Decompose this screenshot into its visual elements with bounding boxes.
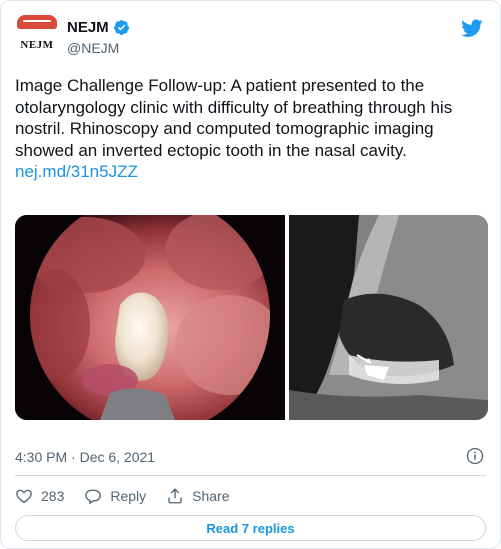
divider [15,475,486,476]
tweet-link[interactable]: nej.md/31n5JZZ [15,162,138,181]
verified-badge-icon [113,20,129,35]
reply-label: Reply [110,488,147,504]
media-grid [15,215,488,420]
read-replies-button[interactable]: Read 7 replies [15,515,486,541]
timestamp[interactable]: 4:30 PM · Dec 6, 2021 [15,449,155,465]
ct-illustration [289,215,488,420]
like-count: 283 [41,488,65,504]
action-bar: 283 Reply Share [15,485,250,507]
tweet-card: NEJM NEJM @NEJM Image Challenge Follow-u… [0,0,501,549]
share-label: Share [192,488,230,504]
share-icon [168,488,182,504]
twitter-bird-icon[interactable] [460,17,484,39]
avatar-logo-text: NEJM [20,39,54,51]
nejm-logo-emblem [17,15,57,29]
tweet-body: Image Challenge Follow-up: A patient pre… [15,76,453,160]
endoscopy-image[interactable] [15,215,285,420]
endoscopy-illustration [15,215,285,420]
reply-button[interactable]: Reply [84,487,146,505]
display-name[interactable]: NEJM [67,19,109,36]
info-icon[interactable] [466,447,484,465]
ct-scan-image[interactable] [289,215,488,420]
share-button[interactable]: Share [166,487,230,505]
handle[interactable]: @NEJM [67,40,119,56]
tweet-text: Image Challenge Follow-up: A patient pre… [15,75,491,183]
name-row: NEJM [67,19,130,36]
heart-icon [16,489,32,504]
avatar[interactable]: NEJM [15,15,59,59]
like-button[interactable]: 283 [15,487,64,505]
reply-icon [85,489,102,505]
tweet-header: NEJM NEJM @NEJM [15,13,486,61]
